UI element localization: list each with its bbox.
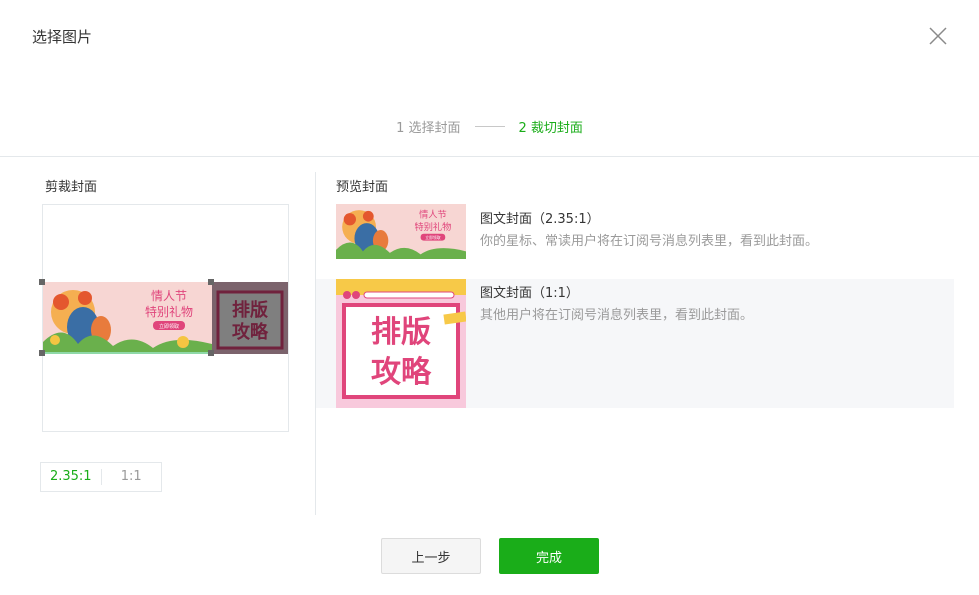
svg-text:情人节: 情人节 bbox=[419, 209, 447, 221]
close-icon[interactable] bbox=[926, 24, 950, 48]
header-divider bbox=[0, 156, 979, 157]
preview-title-wide: 图文封面（2.35:1） bbox=[480, 212, 600, 227]
ratio-toggle: 2.35:1 1:1 bbox=[40, 462, 162, 492]
svg-text:特别礼物: 特别礼物 bbox=[414, 221, 451, 233]
crop-handle-top-right[interactable] bbox=[208, 279, 214, 285]
layout-line2: 攻略 bbox=[371, 355, 432, 390]
preview-desc-square: 其他用户将在订阅号消息列表里，看到此封面。 bbox=[480, 308, 754, 323]
layout-cover-dimmed: 排版 攻略 bbox=[212, 282, 288, 354]
preview-thumb-square: 排版 攻略 bbox=[336, 279, 466, 408]
prev-step-button[interactable]: 上一步 bbox=[381, 538, 481, 574]
preview-item-square: 排版 攻略 图文封面（1:1） 其他用户将在订阅号消息列表里，看到此封面。 bbox=[316, 279, 954, 408]
preview-desc-wide: 你的星标、常读用户将在订阅号消息列表里，看到此封面。 bbox=[480, 234, 819, 249]
preview-title-square: 图文封面（1:1） bbox=[480, 286, 579, 301]
preview-item-wide: 情人节 特别礼物 立即领取 图文封面（2.35:1） 你的星标、常读用户将在订阅… bbox=[316, 200, 954, 266]
step-select-cover: 1 选择封面 bbox=[396, 121, 461, 136]
valentine-line1: 情人节 bbox=[151, 289, 187, 303]
valentine-cover-image: 情人节 特别礼物 立即领取 bbox=[43, 282, 212, 354]
crop-handle-bottom-left[interactable] bbox=[39, 350, 45, 356]
step-crop-cover: 2 裁切封面 bbox=[518, 121, 583, 136]
ratio-option-2-35[interactable]: 2.35:1 bbox=[41, 463, 101, 491]
crop-section-label: 剪裁封面 bbox=[45, 180, 98, 195]
layout-guide-image: 排版 攻略 bbox=[336, 279, 466, 408]
valentine-badge: 立即领取 bbox=[159, 323, 179, 330]
crop-selection[interactable]: 情人节 特别礼物 立即领取 bbox=[43, 282, 212, 354]
preview-thumb-wide: 情人节 特别礼物 立即领取 bbox=[336, 204, 466, 259]
ratio-option-1-1[interactable]: 1:1 bbox=[102, 463, 162, 491]
layout-line1: 排版 bbox=[371, 315, 431, 350]
valentine-preview-image: 情人节 特别礼物 立即领取 bbox=[336, 204, 466, 259]
preview-section-label: 预览封面 bbox=[336, 180, 389, 195]
step-indicator: 1 选择封面 2 裁切封面 bbox=[0, 117, 979, 136]
done-button[interactable]: 完成 bbox=[499, 538, 599, 574]
crop-handle-top-left[interactable] bbox=[39, 279, 45, 285]
valentine-line2: 特别礼物 bbox=[145, 304, 193, 319]
dialog-title: 选择图片 bbox=[32, 28, 93, 46]
svg-text:立即领取: 立即领取 bbox=[425, 235, 441, 240]
crop-handle-bottom-right[interactable] bbox=[208, 350, 214, 356]
crop-outside-area: 排版 攻略 bbox=[212, 282, 288, 354]
step-connector bbox=[474, 126, 505, 127]
